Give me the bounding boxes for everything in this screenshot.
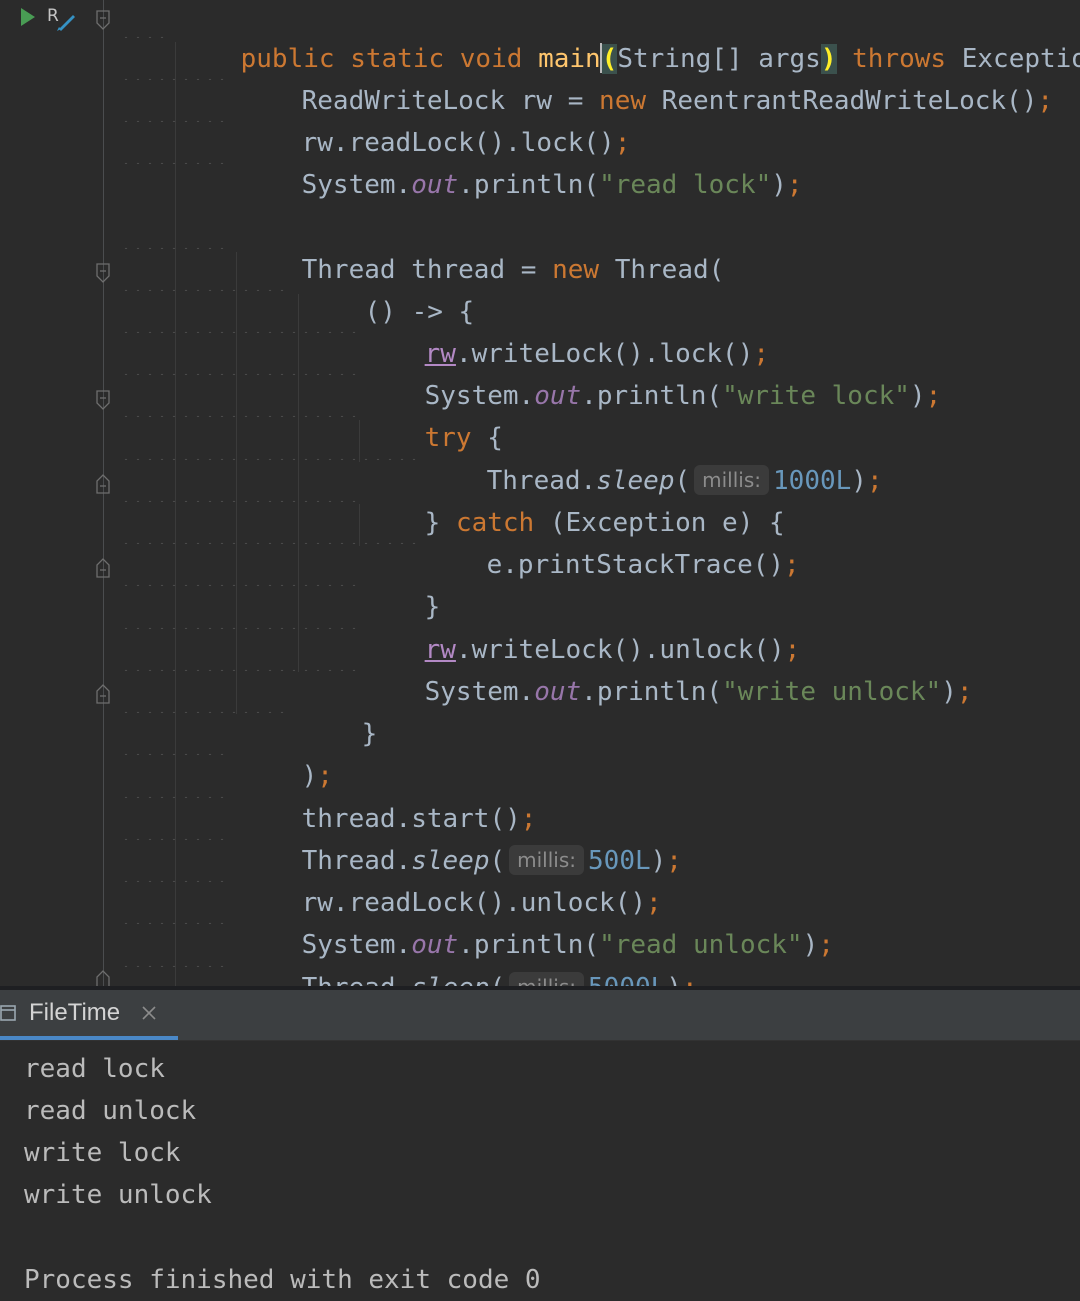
- code-text: ): [666, 973, 682, 986]
- number-literal: 1000L: [773, 466, 852, 496]
- code-text: ): [909, 381, 926, 411]
- code-line[interactable]: System.out.println("write lock");: [362, 333, 942, 411]
- parameter-hint: millis:: [509, 972, 585, 986]
- console-line: write lock: [24, 1138, 181, 1168]
- whitespace-marker: [120, 375, 356, 417]
- console-line: write unlock: [24, 1180, 212, 1210]
- code-line[interactable]: rw.writeLock().unlock();: [362, 587, 801, 665]
- semicolon: ;: [866, 466, 883, 496]
- code-line[interactable]: Thread thread = new Thread(: [239, 207, 725, 285]
- code-text: System.: [301, 170, 412, 200]
- code-line[interactable]: );: [239, 713, 333, 791]
- code-text: ): [771, 170, 787, 200]
- code-line[interactable]: Thread.sleep( millis:5000L);: [239, 925, 698, 986]
- semicolon: ;: [784, 550, 800, 580]
- fold-end-icon[interactable]: [95, 474, 111, 494]
- console-exit-line: Process finished with exit code 0: [24, 1265, 541, 1295]
- whitespace-marker: [120, 629, 356, 671]
- code-line[interactable]: System.out.println("write unlock");: [362, 629, 973, 707]
- string-literal: "write unlock": [722, 677, 942, 707]
- fold-end-icon[interactable]: [95, 558, 111, 578]
- code-line[interactable]: }: [362, 544, 441, 622]
- code-text: (: [489, 973, 505, 986]
- code-text: e.printStackTrace(): [486, 550, 785, 580]
- code-line-main-signature[interactable]: public static void main(String[] args) t…: [178, 0, 1080, 74]
- code-text: System.: [424, 677, 535, 707]
- fold-end-icon[interactable]: [95, 684, 111, 704]
- r-debug-icon[interactable]: R: [46, 3, 76, 31]
- code-line[interactable]: System.out.println("read unlock");: [239, 882, 834, 960]
- number-literal: 5000L: [588, 973, 666, 986]
- close-icon[interactable]: [140, 1004, 158, 1022]
- code-line[interactable]: rw.readLock().lock();: [239, 80, 631, 158]
- code-line[interactable]: try {: [362, 375, 503, 453]
- whitespace-marker: [120, 544, 356, 586]
- fold-collapse-icon[interactable]: [95, 263, 111, 283]
- console-line: read lock: [24, 1054, 165, 1084]
- tab-label: FileTime: [29, 999, 121, 1026]
- code-line[interactable]: } catch (Exception e) {: [362, 460, 785, 538]
- whitespace-marker: [120, 460, 356, 502]
- code-line[interactable]: e.printStackTrace();: [424, 502, 800, 580]
- whitespace-marker: [120, 798, 232, 840]
- whitespace-marker: [120, 882, 232, 924]
- static-method: sleep: [411, 973, 489, 986]
- run-tool-window-header: FileTime: [0, 990, 1080, 1041]
- semicolon: ;: [786, 170, 803, 200]
- code-text: ): [851, 466, 867, 496]
- code-line[interactable]: rw.readLock().unlock();: [239, 840, 662, 918]
- semicolon: ;: [956, 677, 973, 707]
- semicolon: ;: [818, 930, 834, 960]
- whitespace-marker: [120, 587, 356, 629]
- static-field: out: [534, 381, 582, 411]
- code-line[interactable]: System.out.println("read lock");: [239, 122, 803, 200]
- code-text: Thread(: [599, 255, 725, 285]
- code-editor[interactable]: R public static void main(String[] args)…: [0, 0, 1080, 986]
- semicolon: ;: [666, 846, 682, 876]
- whitespace-marker: [120, 0, 172, 38]
- static-field: out: [411, 170, 459, 200]
- code-text: }: [361, 719, 378, 749]
- code-text: ): [802, 930, 819, 960]
- code-line[interactable]: Thread.sleep(millis: 500L);: [239, 798, 682, 876]
- keyword: new: [552, 255, 600, 285]
- svg-text:R: R: [47, 6, 59, 26]
- console-icon: [0, 1004, 18, 1022]
- console-output[interactable]: read lock read unlock write lock write u…: [0, 1041, 1080, 1301]
- code-text: Thread.: [302, 973, 412, 986]
- string-literal: "read lock": [599, 170, 772, 200]
- whitespace-marker: [120, 122, 232, 164]
- code-line[interactable]: rw.writeLock().lock();: [362, 291, 769, 369]
- whitespace-marker: [120, 80, 232, 122]
- whitespace-marker: [120, 713, 232, 755]
- whitespace-marker: [120, 925, 232, 967]
- whitespace-marker: [120, 840, 232, 882]
- code-line[interactable]: }: [299, 671, 378, 749]
- static-field: out: [534, 677, 582, 707]
- whitespace-marker: [120, 756, 232, 798]
- code-text: ): [941, 677, 957, 707]
- code-line[interactable]: ReadWriteLock rw = new ReentrantReadWrit…: [239, 38, 1053, 116]
- whitespace-marker: [120, 207, 232, 249]
- code-text: .println(: [581, 381, 723, 411]
- tab-filetime[interactable]: FileTime: [0, 990, 178, 1040]
- string-literal: "write lock": [722, 381, 910, 411]
- fold-collapse-icon[interactable]: [95, 390, 111, 410]
- fold-collapse-icon[interactable]: [95, 10, 111, 30]
- semicolon: ;: [682, 973, 698, 986]
- fold-end-icon[interactable]: [95, 970, 111, 986]
- code-text: .println(: [581, 677, 723, 707]
- semicolon: ;: [1037, 86, 1054, 116]
- console-line: read unlock: [24, 1096, 197, 1126]
- code-line[interactable]: () -> {: [302, 249, 475, 327]
- semicolon: ;: [925, 381, 942, 411]
- code-text: .println(: [458, 170, 600, 200]
- whitespace-marker: [120, 671, 292, 713]
- code-text: ReentrantReadWriteLock(): [646, 86, 1038, 116]
- run-gutter-icon[interactable]: [20, 6, 36, 28]
- code-line[interactable]: Thread.sleep(millis: 1000L);: [424, 418, 883, 496]
- code-line[interactable]: thread.start();: [239, 756, 537, 834]
